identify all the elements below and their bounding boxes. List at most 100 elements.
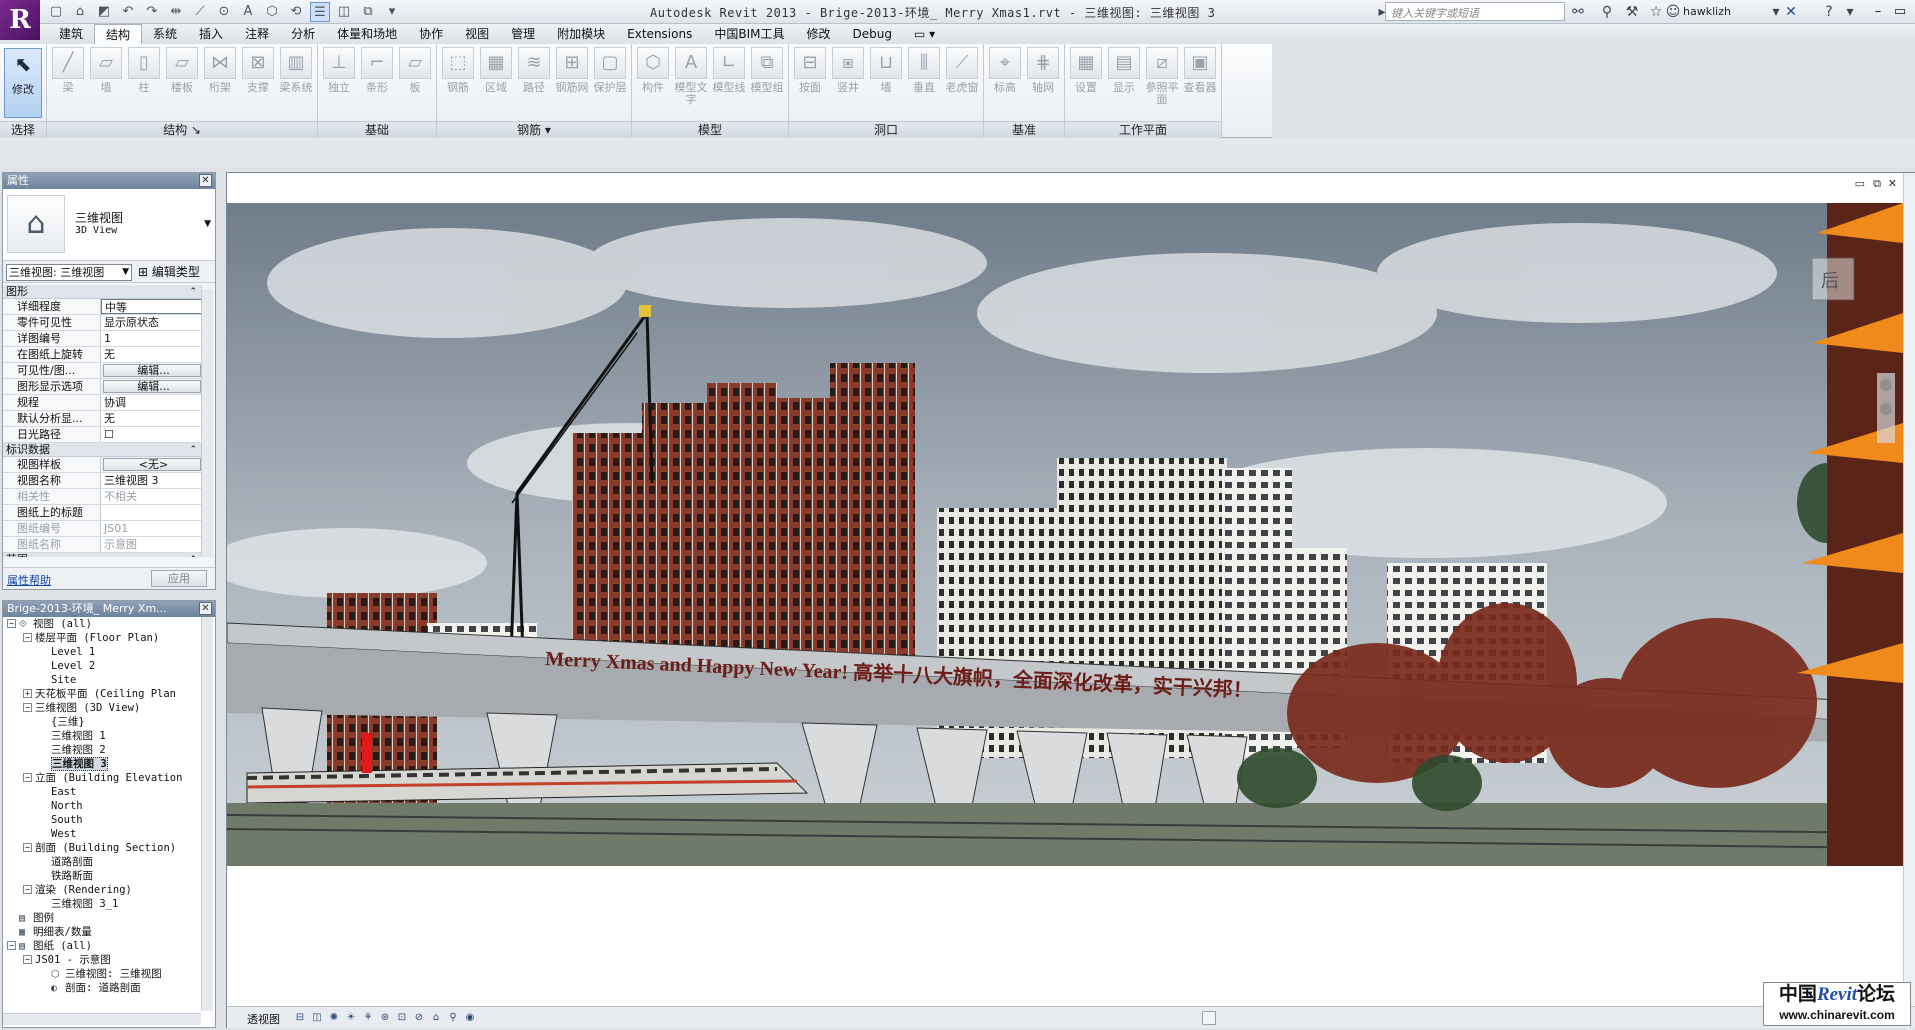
tab-4[interactable]: 注释 — [234, 24, 280, 44]
collapse-icon[interactable]: − — [23, 955, 32, 964]
ribbon-tool-5-4[interactable]: ⟋ 老虎窗 — [943, 47, 981, 119]
tab-1[interactable]: 结构 — [94, 24, 143, 44]
ribbon-tool-3-3[interactable]: ⊞ 钢筋网 — [553, 47, 591, 119]
tree-item[interactable]: − ⟐ 视图 (all) — [3, 617, 201, 631]
tree-item[interactable]: ▦ 明细表/数量 — [3, 925, 201, 939]
collapse-icon[interactable]: ⌃ — [189, 443, 197, 457]
property-value[interactable]: 中等 — [101, 299, 203, 314]
lock-view-icon[interactable]: ⌂ — [429, 1011, 443, 1025]
collapse-icon[interactable]: − — [23, 633, 32, 642]
property-edit-button[interactable]: <无> — [103, 458, 201, 471]
ribbon-tool-5-3[interactable]: ⫼ 垂直 — [905, 47, 943, 119]
tab-13[interactable]: 修改 — [795, 24, 841, 44]
ribbon-tool-5-1[interactable]: ⧆ 竖井 — [829, 47, 867, 119]
ribbon-tool-1-0[interactable]: ╱ 梁 — [49, 47, 87, 119]
application-menu-button[interactable]: R — [0, 0, 40, 40]
collapse-icon[interactable]: − — [7, 619, 16, 628]
tab-5[interactable]: 分析 — [280, 24, 326, 44]
ribbon-tool-6-1[interactable]: ⋕ 轴网 — [1024, 47, 1062, 119]
tree-item[interactable]: North — [3, 799, 201, 813]
panel-title[interactable]: 洞口 — [789, 121, 983, 138]
ribbon-tool-1-1[interactable]: ▱ 墙 — [87, 47, 125, 119]
view-close-icon[interactable]: ✕ — [1888, 177, 1897, 190]
close-icon[interactable]: ✕ — [199, 602, 212, 615]
detail-level-icon[interactable]: ◫ — [310, 1011, 324, 1025]
property-value[interactable]: 无 — [101, 411, 203, 426]
text-icon[interactable]: A — [238, 2, 258, 22]
collapse-icon[interactable]: − — [23, 703, 32, 712]
tab-3[interactable]: 插入 — [188, 24, 234, 44]
tree-item[interactable]: 三维视图 2 — [3, 743, 201, 757]
tree-item[interactable]: 三维视图 3 — [3, 757, 201, 771]
dimension-icon[interactable]: ⟋ — [190, 2, 210, 22]
property-section[interactable]: 图形 ⌃ — [3, 285, 203, 299]
apply-button[interactable]: 应用 — [151, 570, 207, 587]
property-value[interactable] — [101, 505, 203, 520]
3d-view-icon[interactable]: ⬡ — [262, 2, 282, 22]
property-value[interactable]: 1 — [101, 331, 203, 346]
save-icon[interactable]: ◩ — [94, 2, 114, 22]
view-hscroll-thumb[interactable] — [1202, 1011, 1216, 1025]
new-icon[interactable]: ▢ — [46, 2, 66, 22]
communication-icon[interactable]: ⚒ — [1622, 2, 1642, 22]
tree-item[interactable]: South — [3, 813, 201, 827]
tab-15[interactable]: ▭ ▾ — [903, 24, 946, 44]
shadows-icon[interactable]: ⚘ — [361, 1011, 375, 1025]
tab-8[interactable]: 视图 — [454, 24, 500, 44]
tab-7[interactable]: 协作 — [408, 24, 454, 44]
redo-icon[interactable]: ↷ — [142, 2, 162, 22]
ribbon-tool-1-2[interactable]: ▯ 柱 — [125, 47, 163, 119]
tab-0[interactable]: 建筑 — [48, 24, 94, 44]
switch-windows-icon[interactable]: ⧉ — [358, 2, 378, 22]
ribbon-tool-7-3[interactable]: ▣ 查看器 — [1181, 47, 1219, 119]
property-edit-button[interactable]: 编辑... — [103, 364, 201, 377]
ribbon-tool-3-4[interactable]: ▢ 保护层 — [591, 47, 629, 119]
tree-item[interactable]: − ▤ 图纸 (all) — [3, 939, 201, 953]
panel-title[interactable]: 工作平面 — [1065, 121, 1221, 138]
ribbon-tool-7-0[interactable]: ▦ 设置 — [1067, 47, 1105, 119]
tab-14[interactable]: Debug — [842, 24, 903, 44]
panel-title[interactable]: 选择 — [0, 121, 46, 138]
minimize-icon[interactable]: – — [1868, 2, 1888, 22]
panel-title[interactable]: 基准 — [984, 121, 1064, 138]
ribbon-tool-4-1[interactable]: A 模型文字 — [672, 47, 710, 119]
tree-item[interactable]: West — [3, 827, 201, 841]
subscription-icon[interactable]: ⚲ — [1597, 2, 1617, 22]
crop-icon[interactable]: ⊡ — [395, 1011, 409, 1025]
type-selector[interactable]: ⌂ 三维视图 3D View ▼ — [3, 189, 215, 261]
ribbon-tool-1-5[interactable]: ⊠ 支撑 — [239, 47, 277, 119]
ribbon-tool-1-3[interactable]: ▱ 楼板 — [163, 47, 201, 119]
sun-path-icon[interactable]: ☀ — [344, 1011, 358, 1025]
tree-item[interactable]: ⬡ 三维视图: 三维视图 — [3, 967, 201, 981]
view-minimize-icon[interactable]: ▭ — [1855, 177, 1865, 190]
3d-render-canvas[interactable]: Merry Xmas and Happy New Year! 高举十八大旗帜，全… — [227, 203, 1903, 866]
properties-help-link[interactable]: 属性帮助 — [7, 572, 51, 588]
ribbon-tool-4-0[interactable]: ⬡ 构件 — [634, 47, 672, 119]
ribbon-tool-6-0[interactable]: ⌖ 标高 — [986, 47, 1024, 119]
thin-lines-icon[interactable]: ☰ — [310, 2, 330, 22]
ribbon-tool-4-3[interactable]: ⧉ 模型组 — [748, 47, 786, 119]
tab-11[interactable]: Extensions — [616, 24, 703, 44]
tree-item[interactable]: − 渲染 (Rendering) — [3, 883, 201, 897]
open-icon[interactable]: ⌂ — [70, 2, 90, 22]
property-value[interactable]: ☐ — [101, 427, 203, 442]
edit-type-button[interactable]: ⊞ 编辑类型 — [138, 263, 200, 280]
tree-item[interactable]: + 天花板平面 (Ceiling Plan — [3, 687, 201, 701]
visual-style-icon[interactable]: ✺ — [327, 1011, 341, 1025]
panel-title[interactable]: 基础 — [318, 121, 436, 138]
scale-icon[interactable]: ⊟ — [293, 1011, 307, 1025]
tab-6[interactable]: 体量和场地 — [326, 24, 408, 44]
property-value[interactable]: 无 — [101, 347, 203, 362]
tag-icon[interactable]: ⊙ — [214, 2, 234, 22]
collapse-icon[interactable]: − — [23, 885, 32, 894]
panel-title[interactable]: 结构 ↘ — [47, 121, 317, 138]
collapse-icon[interactable]: − — [7, 941, 16, 950]
tree-item[interactable]: − 剖面 (Building Section) — [3, 841, 201, 855]
tree-item[interactable]: 三维视图 1 — [3, 729, 201, 743]
binoculars-icon[interactable]: ⚯ — [1568, 2, 1588, 22]
help-dropdown-icon[interactable]: ▾ — [1840, 2, 1860, 22]
collapse-icon[interactable]: ⌃ — [189, 553, 197, 557]
property-value[interactable]: 协调 — [101, 395, 203, 410]
user-icon[interactable]: ☺ — [1663, 2, 1683, 22]
view-scrollbar[interactable] — [1903, 173, 1915, 1005]
